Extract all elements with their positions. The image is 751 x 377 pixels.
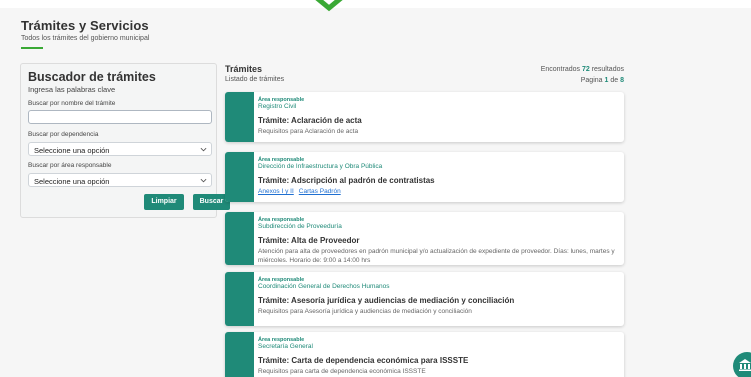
- search-title: Buscador de trámites: [28, 70, 156, 84]
- area-select[interactable]: Seleccione una opción: [28, 173, 212, 187]
- search-hint: Ingresa las palabras clave: [28, 85, 116, 94]
- building-icon: [739, 359, 751, 371]
- dependency-field-label: Buscar por dependencia: [28, 131, 99, 138]
- pagination-info: Pagina 1 de 8: [581, 77, 624, 84]
- card-accent: [225, 92, 254, 142]
- page-header: Trámites y Servicios Todos los trámites …: [21, 18, 149, 42]
- tramite-title: Trámite: Adscripción al padrón de contra…: [258, 176, 435, 185]
- page-of: de: [608, 77, 621, 84]
- area-value: Registro Civil: [258, 103, 297, 110]
- title-underline: [21, 47, 43, 49]
- area-value: Subdirección de Proveeduría: [258, 223, 342, 230]
- area-value: Secretaría General: [258, 343, 313, 350]
- results-count-number: 72: [581, 66, 590, 73]
- results-title: Trámites: [225, 64, 263, 74]
- card-accent: [225, 272, 254, 326]
- page-subtitle: Todos los trámites del gobierno municipa…: [21, 35, 150, 42]
- floating-action-button[interactable]: [733, 352, 751, 377]
- chevron-down-icon: [200, 147, 207, 152]
- results-count-prefix: Encontrados: [540, 66, 582, 73]
- result-card[interactable]: Área responsable Coordinación General de…: [225, 272, 624, 326]
- page-prefix: Pagina: [580, 77, 605, 84]
- card-accent: [225, 332, 254, 377]
- card-accent: [225, 212, 254, 265]
- tramite-title: Trámite: Aclaración de acta: [258, 116, 362, 125]
- tramite-requirements: Requisitos para Aclaración de acta: [258, 128, 359, 135]
- results-count-suffix: resultados: [589, 66, 624, 73]
- dependency-select-value: Seleccione una opción: [34, 146, 110, 155]
- tramite-requirements: Requisitos para carta de dependencia eco…: [258, 368, 426, 375]
- area-select-value: Seleccione una opción: [34, 177, 110, 186]
- page-title: Trámites y Servicios: [21, 18, 149, 33]
- tramite-title: Trámite: Alta de Proveedor: [258, 236, 360, 245]
- name-field-label: Buscar por nombre del trámite: [28, 100, 116, 107]
- area-field-label: Buscar por área responsable: [28, 162, 112, 169]
- page-total: 8: [620, 77, 624, 84]
- result-card[interactable]: Área responsable Secretaría General Trám…: [225, 332, 624, 377]
- results-subtitle: Listado de trámites: [225, 76, 285, 83]
- result-card[interactable]: Área responsable Subdirección de Proveed…: [225, 212, 624, 265]
- area-value: Dirección de Infraestructura y Obra Públ…: [258, 163, 383, 170]
- search-panel: Buscador de trámites Ingresa las palabra…: [20, 63, 230, 218]
- top-bar: [0, 0, 751, 8]
- tramite-requirements: Atención para alta de proveedores en pad…: [258, 248, 615, 264]
- area-value: Coordinación General de Derechos Humanos: [258, 283, 390, 290]
- dependency-select[interactable]: Seleccione una opción: [28, 142, 212, 156]
- cartas-padron-link[interactable]: Cartas Padrón: [299, 188, 341, 195]
- tramite-title: Trámite: Carta de dependencia económica …: [258, 356, 469, 365]
- result-card[interactable]: Área responsable Dirección de Infraestru…: [225, 152, 624, 202]
- tramite-links: Anexos I y II Cartas Padrón: [258, 187, 620, 196]
- tramite-title: Trámite: Asesoría jurídica y audiencias …: [258, 296, 515, 305]
- tramite-requirements: Requisitos para Asesoría jurídica y audi…: [258, 308, 472, 315]
- name-search-input[interactable]: [28, 110, 212, 124]
- chevron-down-icon: [315, 0, 343, 12]
- clear-button[interactable]: Limpiar: [144, 194, 184, 210]
- card-accent: [225, 152, 254, 202]
- result-card[interactable]: Área responsable Registro Civil Trámite:…: [225, 92, 624, 142]
- results-count: Encontrados 72 resultados: [541, 66, 624, 73]
- annex-link[interactable]: Anexos I y II: [258, 188, 294, 195]
- chevron-down-icon: [200, 178, 207, 183]
